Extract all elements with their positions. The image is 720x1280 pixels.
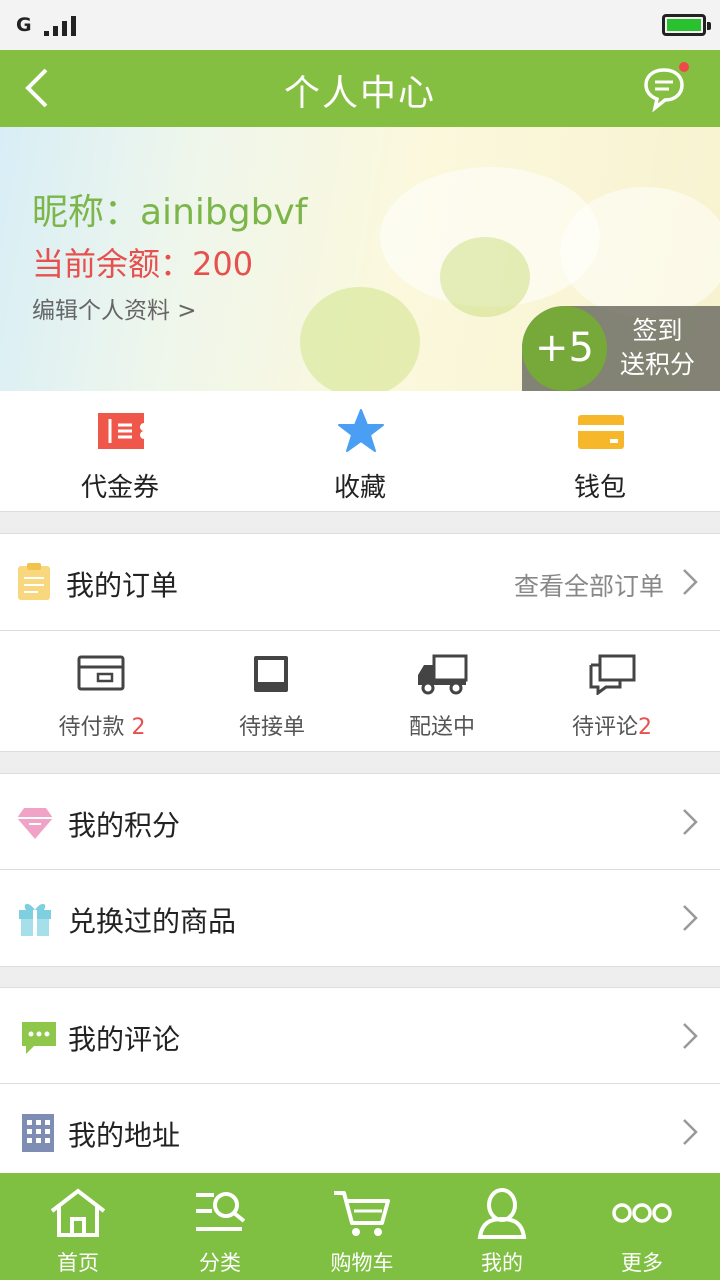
my-comments-row[interactable]: 我的评论 <box>0 988 720 1084</box>
tab-more[interactable]: 更多 <box>570 1173 714 1280</box>
balance: 当前余额：200 <box>32 245 254 283</box>
favorites-label: 收藏 <box>333 473 386 503</box>
header: 个人中心 <box>0 50 720 127</box>
bottom-tab-bar: 首页 分类 购物车 我的 更多 <box>0 1173 720 1280</box>
checkin-line1: 签到 <box>632 316 683 345</box>
comment-icon <box>22 1022 56 1054</box>
view-all-orders-link[interactable]: 查看全部订单 <box>514 567 664 603</box>
checkin-button[interactable]: +5 签到 送积分 <box>522 306 720 391</box>
status-label: 待评论2 <box>522 709 702 741</box>
my-orders-label: 我的订单 <box>66 569 179 602</box>
status-label: 待付款 2 <box>12 709 192 741</box>
my-address-row[interactable]: 我的地址 <box>0 1084 720 1180</box>
comments-menu-group: 我的评论 我的地址 <box>0 987 720 1173</box>
redeemed-goods-row[interactable]: 兑换过的商品 <box>0 870 720 966</box>
checkin-points: +5 <box>522 306 607 391</box>
signal-icon <box>44 16 76 36</box>
status-awaiting-review[interactable]: 待评论2 <box>522 631 702 752</box>
tab-mine[interactable]: 我的 <box>430 1173 574 1280</box>
tab-label: 购物车 <box>330 1251 394 1275</box>
diamond-icon <box>17 808 53 839</box>
status-text: 待评论 <box>571 715 638 740</box>
status-text: 待接单 <box>238 715 305 740</box>
chevron-right-icon <box>683 809 698 835</box>
chevron-right-icon <box>683 1023 698 1049</box>
truck-icon <box>418 654 468 695</box>
network-type: G <box>16 14 32 36</box>
tab-label: 更多 <box>621 1251 663 1275</box>
tab-category[interactable]: 分类 <box>148 1173 292 1280</box>
order-status-bar: 待付款 2 待接单 配送中 待评论2 <box>0 631 720 752</box>
category-search-icon <box>196 1192 246 1231</box>
voucher-icon <box>98 413 144 449</box>
chevron-right-icon <box>683 569 698 595</box>
decor-petal <box>300 287 420 391</box>
nickname: 昵称：ainibgbvf <box>32 192 308 233</box>
clipboard-icon <box>18 563 50 600</box>
orders-section: 我的订单 查看全部订单 <box>0 533 720 631</box>
status-awaiting-acceptance[interactable]: 待接单 <box>182 631 362 752</box>
checkin-text: 签到 送积分 <box>620 314 695 382</box>
building-icon <box>22 1114 54 1152</box>
cart-icon <box>334 1191 390 1236</box>
my-points-row[interactable]: 我的积分 <box>0 774 720 870</box>
my-address-label: 我的地址 <box>68 1119 181 1152</box>
status-text: 待付款 <box>58 715 125 740</box>
chevron-right-icon <box>683 1119 698 1145</box>
inbox-icon <box>254 656 288 692</box>
favorites-button[interactable]: 收藏 <box>240 391 480 512</box>
battery-icon <box>662 14 711 36</box>
quick-actions: 代金券 收藏 钱包 <box>0 391 720 512</box>
tab-label: 首页 <box>57 1251 99 1275</box>
tab-cart[interactable]: 购物车 <box>290 1173 434 1280</box>
edit-profile-link[interactable]: 编辑个人资料 > <box>32 291 197 325</box>
status-text: 配送中 <box>408 715 475 740</box>
wallet-button[interactable]: 钱包 <box>480 391 720 512</box>
my-orders-row[interactable]: 我的订单 查看全部订单 <box>0 534 720 630</box>
tab-home[interactable]: 首页 <box>6 1173 150 1280</box>
voucher-label: 代金券 <box>80 473 159 503</box>
points-menu-group: 我的积分 兑换过的商品 <box>0 773 720 967</box>
home-icon <box>50 1188 106 1237</box>
status-label: 待接单 <box>182 709 362 741</box>
wallet-icon <box>578 415 624 449</box>
page-title: 个人中心 <box>283 73 436 114</box>
voucher-button[interactable]: 代金券 <box>0 391 240 512</box>
decor-petal <box>560 187 720 317</box>
my-comments-label: 我的评论 <box>68 1023 181 1056</box>
status-label: 配送中 <box>352 709 532 741</box>
chevron-right-icon <box>683 905 698 931</box>
my-points-label: 我的积分 <box>68 809 181 842</box>
status-bar: G <box>0 0 720 50</box>
tab-label: 分类 <box>199 1251 241 1275</box>
wallet-label: 钱包 <box>573 473 626 503</box>
star-icon <box>338 409 384 452</box>
status-badge: 2 <box>131 715 146 740</box>
status-pending-payment[interactable]: 待付款 2 <box>12 631 192 752</box>
redeemed-goods-label: 兑换过的商品 <box>68 905 237 938</box>
user-icon <box>477 1188 527 1239</box>
tab-label: 我的 <box>481 1251 523 1275</box>
decor-petal <box>440 237 530 317</box>
more-icon <box>612 1203 672 1223</box>
gift-icon <box>19 903 51 936</box>
comments-icon <box>589 654 636 695</box>
status-badge: 2 <box>638 715 652 740</box>
card-payment-icon <box>77 655 125 691</box>
chat-bubble-icon[interactable] <box>642 62 690 112</box>
status-delivering[interactable]: 配送中 <box>352 631 532 752</box>
checkin-line2: 送积分 <box>620 350 696 379</box>
profile-banner: 昵称：ainibgbvf 当前余额：200 编辑个人资料 > +5 签到 送积分 <box>0 127 720 391</box>
